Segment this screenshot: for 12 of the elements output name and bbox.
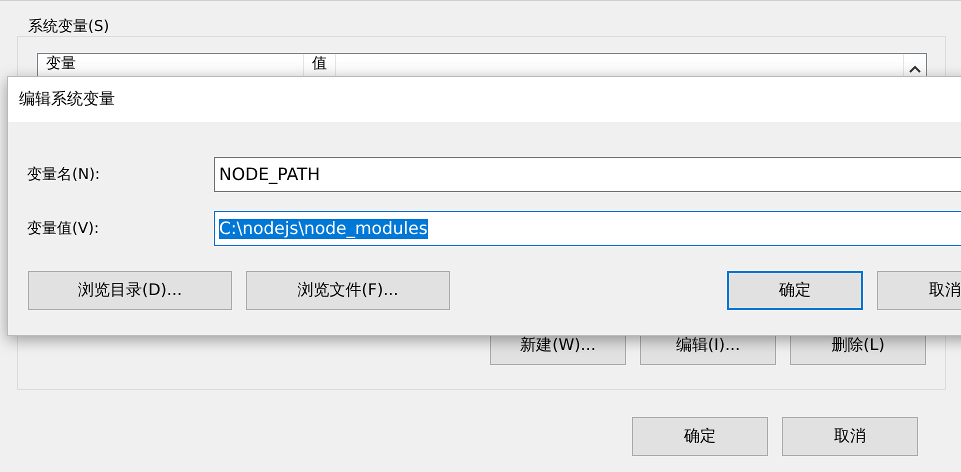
dialog-button[interactable]: 确定 <box>727 271 863 310</box>
dialog-button[interactable]: 取消 <box>782 417 918 456</box>
browse-button[interactable]: 浏览文件(F)... <box>246 271 450 310</box>
input-field[interactable]: NODE_PATH <box>214 157 961 192</box>
field-label: 变量值(V): <box>27 219 100 238</box>
browse-button[interactable]: 浏览目录(D)... <box>28 271 232 310</box>
dialog-title: 编辑系统变量 <box>19 89 115 110</box>
field-label: 变量名(N): <box>27 165 101 184</box>
dialog-button[interactable]: 取消 <box>877 271 961 310</box>
dialog-button[interactable]: 确定 <box>632 417 768 456</box>
scroll-up-icon[interactable] <box>909 65 921 73</box>
input-field[interactable]: C:\nodejs\node_modules <box>214 211 961 246</box>
